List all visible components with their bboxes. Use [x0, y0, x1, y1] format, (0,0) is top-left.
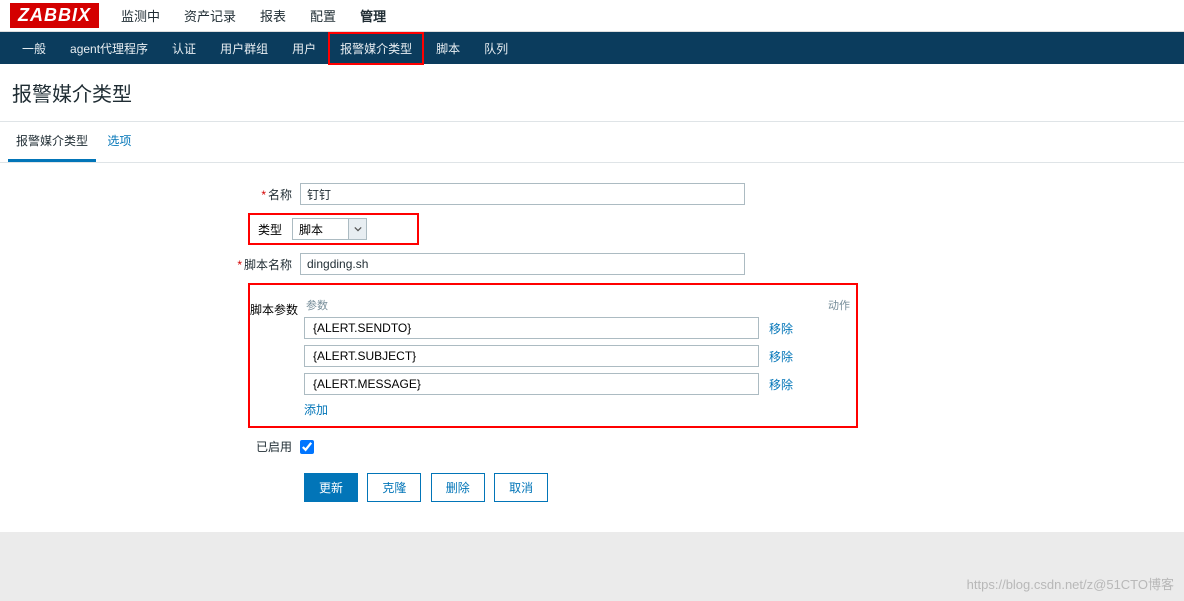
top-nav: ZABBIX 监测中 资产记录 报表 配置 管理	[0, 0, 1184, 32]
name-input[interactable]	[300, 183, 745, 205]
subnav-item-auth[interactable]: 认证	[160, 32, 208, 65]
subnav-item-general[interactable]: 一般	[10, 32, 58, 65]
params-header-action: 动作	[828, 297, 850, 313]
enabled-checkbox[interactable]	[300, 440, 314, 454]
cancel-button[interactable]: 取消	[494, 473, 548, 502]
sub-nav: 一般 agent代理程序 认证 用户群组 用户 报警媒介类型 脚本 队列	[0, 32, 1184, 64]
topnav-item-inventory[interactable]: 资产记录	[172, 0, 248, 33]
topnav-item-config[interactable]: 配置	[298, 0, 348, 33]
param-row: 移除	[304, 317, 852, 339]
page-title: 报警媒介类型	[0, 64, 1184, 122]
subnav-item-usergroups[interactable]: 用户群组	[208, 32, 280, 65]
row-script-name: *脚本名称	[0, 253, 1184, 275]
row-type: 类型	[0, 213, 1184, 245]
params-header-param: 参数	[306, 297, 328, 313]
enabled-label: 已启用	[256, 440, 292, 454]
param-input-1[interactable]	[304, 345, 759, 367]
type-select[interactable]	[292, 218, 367, 240]
row-enabled: 已启用	[0, 438, 1184, 455]
subnav-item-mediatypes[interactable]: 报警媒介类型	[328, 32, 424, 65]
params-header: 参数 动作	[304, 293, 852, 317]
clone-button[interactable]: 克隆	[367, 473, 421, 502]
tab-mediatype[interactable]: 报警媒介类型	[8, 122, 96, 162]
tabs: 报警媒介类型 选项	[0, 122, 1184, 163]
param-row: 移除	[304, 373, 852, 395]
logo: ZABBIX	[10, 3, 99, 28]
params-highlight: 脚本参数 参数 动作 移除 移除 移除 添加	[248, 283, 858, 428]
type-label: 类型	[258, 221, 282, 238]
row-name: *名称	[0, 183, 1184, 205]
subnav-item-users[interactable]: 用户	[280, 32, 328, 65]
form-area: *名称 类型 *脚本名称 脚本参数 参数 动作 移除	[0, 163, 1184, 532]
watermark: https://blog.csdn.net/z@51CTO博客	[967, 574, 1174, 593]
script-name-input[interactable]	[300, 253, 745, 275]
add-param-link[interactable]: 添加	[304, 403, 328, 417]
subnav-item-queue[interactable]: 队列	[472, 32, 520, 65]
name-label: 名称	[268, 188, 292, 202]
param-remove-2[interactable]: 移除	[769, 376, 793, 393]
type-highlight: 类型	[248, 213, 419, 245]
param-input-2[interactable]	[304, 373, 759, 395]
topnav-item-monitor[interactable]: 监测中	[109, 0, 172, 33]
type-value[interactable]	[293, 219, 348, 239]
subnav-item-scripts[interactable]: 脚本	[424, 32, 472, 65]
tab-options[interactable]: 选项	[99, 122, 139, 159]
update-button[interactable]: 更新	[304, 473, 358, 502]
params-label: 脚本参数	[250, 301, 298, 318]
chevron-down-icon[interactable]	[348, 219, 366, 239]
topnav-item-admin[interactable]: 管理	[348, 0, 398, 33]
param-row: 移除	[304, 345, 852, 367]
script-name-label: 脚本名称	[244, 258, 292, 272]
param-remove-1[interactable]: 移除	[769, 348, 793, 365]
topnav-item-reports[interactable]: 报表	[248, 0, 298, 33]
button-row: 更新 克隆 删除 取消	[304, 473, 1184, 502]
subnav-item-proxies[interactable]: agent代理程序	[58, 32, 160, 65]
param-input-0[interactable]	[304, 317, 759, 339]
delete-button[interactable]: 删除	[431, 473, 485, 502]
param-remove-0[interactable]: 移除	[769, 320, 793, 337]
